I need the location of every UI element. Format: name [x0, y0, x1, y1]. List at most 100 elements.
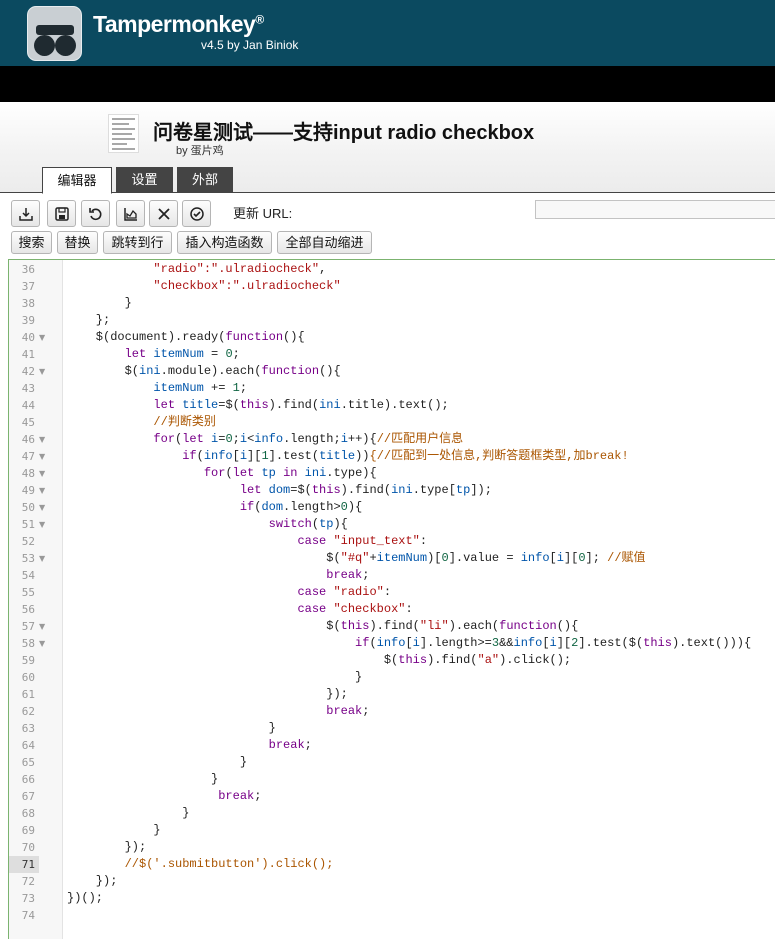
code-line[interactable]: 46 ▼ for(let i=0;i<info.length;i++){//匹配用… — [9, 431, 775, 448]
line-number: 64 — [21, 739, 35, 752]
line-number: 42 — [21, 365, 35, 378]
code-line[interactable]: 61 }); — [9, 686, 775, 703]
line-number: 47 — [21, 450, 35, 463]
line-number: 70 — [21, 841, 35, 854]
code-text: //判断类别 — [153, 415, 216, 429]
script-file-icon — [108, 114, 139, 153]
code-text: } — [67, 296, 132, 310]
fold-arrow-icon[interactable]: ▼ — [39, 431, 45, 448]
fold-arrow-icon[interactable]: ▼ — [39, 499, 45, 516]
code-line[interactable]: 55 case "radio": — [9, 584, 775, 601]
code-line[interactable]: 74 — [9, 907, 775, 924]
check-button[interactable] — [182, 200, 211, 227]
code-line[interactable]: 56 case "checkbox": — [9, 601, 775, 618]
code-text: } — [67, 721, 276, 735]
undo-button[interactable] — [81, 200, 110, 227]
line-number: 67 — [21, 790, 35, 803]
line-number: 51 — [21, 518, 35, 531]
close-button[interactable] — [149, 200, 178, 227]
app-version: v4.5 by Jan Biniok — [201, 38, 299, 52]
code-line[interactable]: 42 ▼ $(ini.module).each(function(){ — [9, 363, 775, 380]
code-line[interactable]: 71 //$('.submitbutton').click(); — [9, 856, 775, 873]
line-number: 69 — [21, 824, 35, 837]
fold-arrow-icon[interactable]: ▼ — [39, 329, 45, 346]
code-text: }; — [67, 313, 111, 327]
replace-button[interactable]: 替换 — [57, 231, 98, 254]
code-text: }); — [67, 874, 118, 888]
code-line[interactable]: 57 ▼ $(this).find("li").each(function(){ — [9, 618, 775, 635]
code-line[interactable]: 45 //判断类别 — [9, 414, 775, 431]
line-number: 53 — [21, 552, 35, 565]
fold-arrow-icon[interactable]: ▼ — [39, 550, 45, 567]
code-line[interactable]: 67 break; — [9, 788, 775, 805]
code-line[interactable]: 50 ▼ if(dom.length>0){ — [9, 499, 775, 516]
code-line[interactable]: 68 } — [9, 805, 775, 822]
line-number: 50 — [21, 501, 35, 514]
code-text: let title=$(this).find(ini.title).text()… — [153, 398, 449, 412]
code-line[interactable]: 72 }); — [9, 873, 775, 890]
chart-icon — [124, 208, 137, 221]
code-line[interactable]: 49 ▼ let dom=$(this).find(ini.type[tp]); — [9, 482, 775, 499]
insert-constructor-button[interactable]: 插入构造函数 — [177, 231, 272, 254]
code-line[interactable]: 39 }; — [9, 312, 775, 329]
code-text: break; — [268, 738, 312, 752]
code-line[interactable]: 70 }); — [9, 839, 775, 856]
code-text: } — [67, 755, 248, 769]
code-line[interactable]: 38 } — [9, 295, 775, 312]
code-line[interactable]: 65 } — [9, 754, 775, 771]
code-text: case "radio": — [297, 585, 392, 599]
tab-externals[interactable]: 外部 — [177, 167, 233, 193]
fold-arrow-icon[interactable]: ▼ — [39, 448, 45, 465]
code-line[interactable]: 54 break; — [9, 567, 775, 584]
save-to-disk-button[interactable] — [11, 200, 40, 227]
code-line[interactable]: 43 itemNum += 1; — [9, 380, 775, 397]
script-author: by 蛋片鸡 — [176, 145, 224, 157]
code-text: }); — [67, 840, 147, 854]
save-button[interactable] — [47, 200, 76, 227]
save-icon — [55, 207, 69, 221]
code-line[interactable]: 41 let itemNum = 0; — [9, 346, 775, 363]
fold-arrow-icon[interactable]: ▼ — [39, 465, 45, 482]
search-button[interactable]: 搜索 — [11, 231, 52, 254]
tab-editor[interactable]: 编辑器 — [42, 167, 112, 194]
code-line[interactable]: 40 ▼ $(document).ready(function(){ — [9, 329, 775, 346]
code-line[interactable]: 47 ▼ if(info[i][1].test(title)){//匹配到一处信息… — [9, 448, 775, 465]
fold-arrow-icon[interactable]: ▼ — [39, 618, 45, 635]
fold-arrow-icon[interactable]: ▼ — [39, 635, 45, 652]
update-url-input[interactable] — [535, 200, 775, 219]
chart-button[interactable] — [116, 200, 145, 227]
fold-arrow-icon[interactable]: ▼ — [39, 363, 45, 380]
code-line[interactable]: 60 } — [9, 669, 775, 686]
fold-arrow-icon[interactable]: ▼ — [39, 516, 45, 533]
code-editor[interactable]: 36 "radio":".ulradiocheck", 37 "checkbox"… — [8, 259, 775, 939]
code-line[interactable]: 58 ▼ if(info[i].length>=3&&info[i][2].tes… — [9, 635, 775, 652]
goto-line-button[interactable]: 跳转到行 — [103, 231, 172, 254]
code-line[interactable]: 37 "checkbox":".ulradiocheck" — [9, 278, 775, 295]
nav-band — [0, 66, 775, 102]
code-line[interactable]: 73})(); — [9, 890, 775, 907]
tab-settings[interactable]: 设置 — [116, 167, 173, 193]
tampermonkey-logo-icon — [27, 6, 82, 61]
code-line[interactable]: 63 } — [9, 720, 775, 737]
code-line[interactable]: 59 $(this).find("a").click(); — [9, 652, 775, 669]
code-line[interactable]: 69 } — [9, 822, 775, 839]
line-number: 39 — [21, 314, 35, 327]
auto-indent-all-button[interactable]: 全部自动缩进 — [277, 231, 372, 254]
code-line[interactable]: 64 break; — [9, 737, 775, 754]
code-text: //$('.submitbutton').click(); — [124, 857, 334, 871]
line-number: 66 — [21, 773, 35, 786]
code-line[interactable]: 62 break; — [9, 703, 775, 720]
code-line[interactable]: 52 case "input_text": — [9, 533, 775, 550]
code-text: case "input_text": — [297, 534, 428, 548]
code-line[interactable]: 66 } — [9, 771, 775, 788]
fold-arrow-icon[interactable]: ▼ — [39, 482, 45, 499]
code-text: })(); — [67, 891, 104, 905]
close-icon — [158, 208, 170, 220]
line-number: 52 — [21, 535, 35, 548]
code-line[interactable]: 36 "radio":".ulradiocheck", — [9, 261, 775, 278]
code-line[interactable]: 53 ▼ $("#q"+itemNum)[0].value = info[i][0… — [9, 550, 775, 567]
line-number: 36 — [21, 263, 35, 276]
code-line[interactable]: 48 ▼ for(let tp in ini.type){ — [9, 465, 775, 482]
code-line[interactable]: 44 let title=$(this).find(ini.title).tex… — [9, 397, 775, 414]
code-line[interactable]: 51 ▼ switch(tp){ — [9, 516, 775, 533]
